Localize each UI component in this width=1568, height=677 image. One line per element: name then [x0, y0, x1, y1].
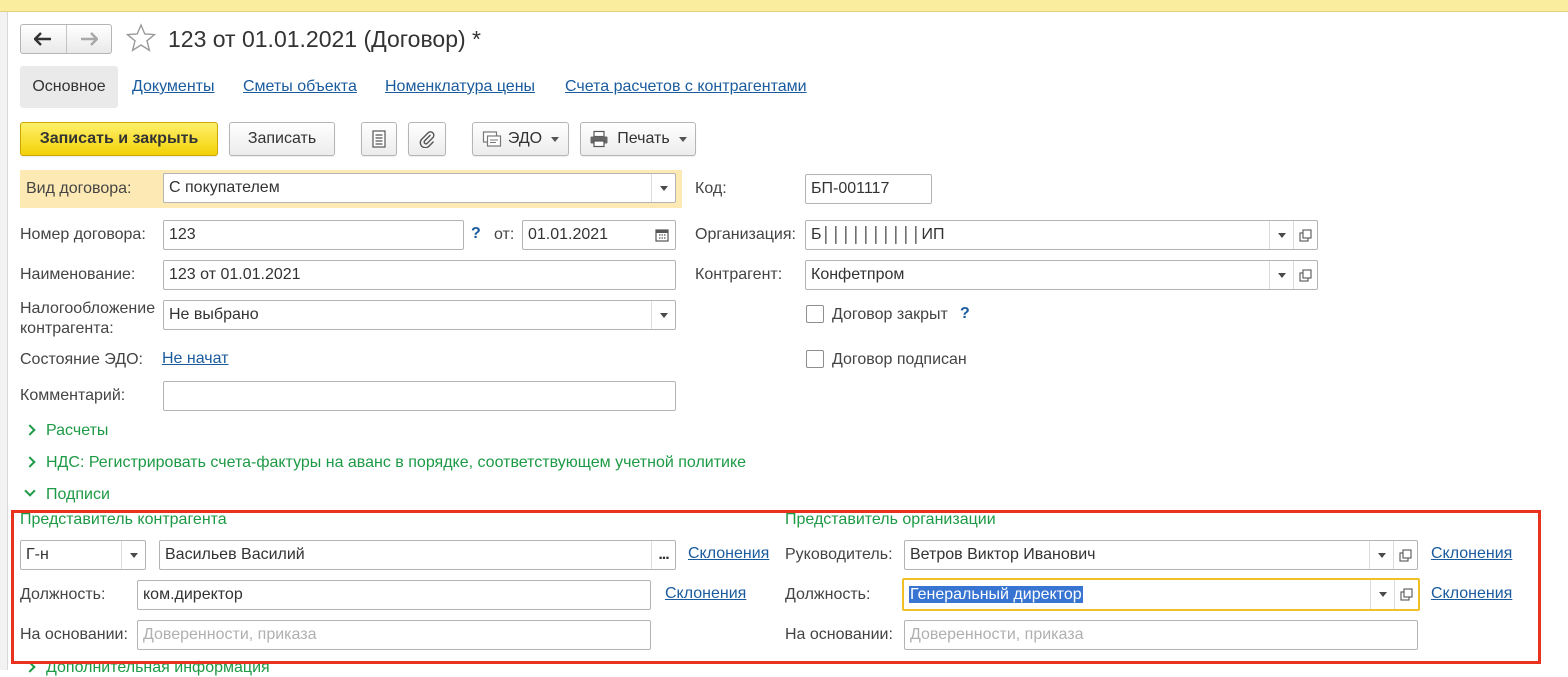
- code-value: БП-001117: [811, 180, 890, 197]
- dropdown-icon[interactable]: [651, 301, 675, 329]
- star-icon[interactable]: [125, 21, 157, 55]
- code-input[interactable]: БП-001117: [805, 174, 932, 204]
- contract-closed-checkbox[interactable]: [806, 305, 824, 323]
- date-input[interactable]: 01.01.2021: [522, 220, 676, 250]
- list-icon[interactable]: [361, 122, 397, 156]
- contract-signed-checkbox[interactable]: [806, 350, 824, 368]
- section-payments-label: Расчеты: [46, 422, 109, 439]
- left-panel-edge: [0, 12, 8, 670]
- comment-input[interactable]: [163, 381, 676, 411]
- organization-select[interactable]: Б││││││││││ИП: [805, 220, 1318, 250]
- open-form-icon[interactable]: [1293, 221, 1317, 249]
- save-button[interactable]: Записать: [229, 122, 335, 156]
- annotation-frame: [11, 510, 1541, 664]
- edo-icon: [482, 131, 501, 147]
- name-value: 123 от 01.01.2021: [169, 266, 301, 283]
- window-title: 123 от 01.01.2021 (Договор) *: [168, 26, 481, 52]
- counterparty-label: Контрагент:: [695, 266, 783, 283]
- top-bar: [0, 0, 1568, 12]
- organization-value: Б││││││││││ИП: [811, 226, 945, 243]
- dropdown-icon[interactable]: [1269, 261, 1293, 289]
- chevron-right-icon: [24, 424, 36, 436]
- taxation-label-line2: контрагента:: [20, 320, 114, 337]
- contract-number-value: 123: [169, 226, 196, 243]
- navigation-buttons: [20, 24, 112, 54]
- tab-price-nomenclature[interactable]: Номенклатура цены: [385, 76, 535, 98]
- dropdown-icon: [551, 136, 560, 142]
- date-label: от:: [494, 226, 515, 243]
- name-label: Наименование:: [20, 266, 136, 283]
- printer-icon: [590, 130, 608, 148]
- paperclip-icon[interactable]: [408, 122, 446, 156]
- print-label: Печать: [617, 130, 670, 147]
- section-signatures[interactable]: Подписи: [24, 485, 110, 504]
- contract-type-select[interactable]: С покупателем: [163, 173, 676, 203]
- dropdown-icon[interactable]: [651, 174, 675, 202]
- tab-settlement-accounts[interactable]: Счета расчетов с контрагентами: [565, 76, 807, 98]
- edo-state-link[interactable]: Не начат: [162, 350, 229, 368]
- contract-closed-help[interactable]: ?: [960, 305, 970, 323]
- contract-number-input[interactable]: 123: [163, 220, 464, 250]
- calendar-icon[interactable]: [649, 221, 675, 249]
- counterparty-value: Конфетпром: [811, 266, 905, 283]
- taxation-label-line1: Налогообложение: [20, 300, 156, 317]
- save-and-close-button[interactable]: Записать и закрыть: [20, 122, 218, 156]
- section-vat-label: НДС: Регистрировать счета-фактуры на ава…: [46, 454, 747, 471]
- contract-closed-label: Договор закрыт: [832, 306, 948, 323]
- edo-menu-button[interactable]: ЭДО: [472, 122, 569, 156]
- contract-number-help[interactable]: ?: [471, 225, 481, 243]
- section-signatures-label: Подписи: [46, 486, 110, 503]
- edo-state-label: Состояние ЭДО:: [20, 351, 143, 368]
- taxation-select[interactable]: Не выбрано: [163, 300, 676, 330]
- code-label: Код:: [695, 180, 727, 197]
- date-value: 01.01.2021: [528, 226, 609, 243]
- section-vat[interactable]: НДС: Регистрировать счета-фактуры на ава…: [24, 454, 747, 472]
- contract-signed-label: Договор подписан: [832, 351, 967, 368]
- tab-main[interactable]: Основное: [20, 66, 118, 108]
- print-menu-button[interactable]: Печать: [580, 122, 696, 156]
- taxation-value: Не выбрано: [169, 306, 259, 323]
- forward-arrow-icon[interactable]: [65, 25, 112, 53]
- section-payments[interactable]: Расчеты: [24, 422, 109, 440]
- contract-type-label: Вид договора:: [26, 180, 132, 197]
- dropdown-icon: [678, 136, 687, 142]
- edo-label: ЭДО: [507, 130, 543, 147]
- counterparty-select[interactable]: Конфетпром: [805, 260, 1318, 290]
- tab-documents[interactable]: Документы: [132, 76, 214, 98]
- chevron-right-icon: [24, 456, 36, 468]
- name-input[interactable]: 123 от 01.01.2021: [163, 260, 676, 290]
- dropdown-icon[interactable]: [1269, 221, 1293, 249]
- tab-object-estimates[interactable]: Сметы объекта: [243, 76, 357, 98]
- back-arrow-icon[interactable]: [21, 25, 66, 53]
- comment-label: Комментарий:: [20, 387, 126, 404]
- contract-number-label: Номер договора:: [20, 226, 146, 243]
- chevron-down-icon: [24, 485, 36, 497]
- organization-label: Организация:: [695, 226, 796, 243]
- open-form-icon[interactable]: [1293, 261, 1317, 289]
- contract-type-value: С покупателем: [169, 179, 280, 196]
